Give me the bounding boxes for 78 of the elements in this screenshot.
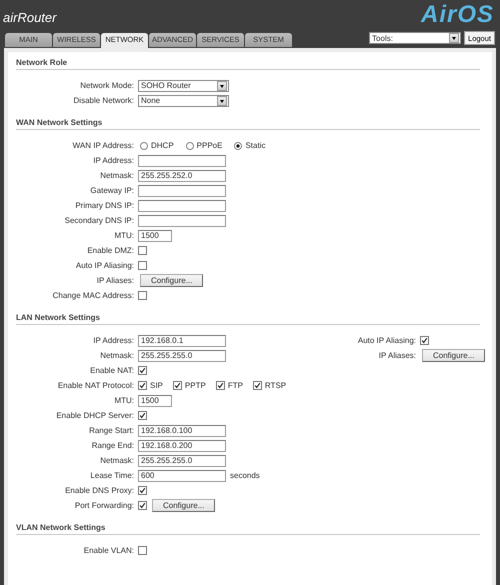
checkbox[interactable]: [172, 381, 182, 390]
option-label: PPPoE: [196, 141, 222, 150]
input-field[interactable]: 192.168.0.1: [138, 334, 226, 346]
checkbox[interactable]: [138, 366, 147, 375]
option-label: SIP: [150, 381, 163, 390]
field-label: Enable NAT:: [89, 366, 135, 375]
checkbox[interactable]: [138, 246, 147, 255]
input-field[interactable]: 1500: [138, 230, 172, 242]
option-label: Static: [245, 141, 266, 150]
checkbox[interactable]: [138, 261, 147, 270]
checkbox[interactable]: [138, 486, 147, 495]
radio-button[interactable]: [234, 142, 242, 150]
input-field[interactable]: 1500: [138, 394, 172, 406]
field-label: Secondary DNS IP:: [64, 216, 135, 225]
field-label: Netmask:: [99, 456, 135, 465]
checkbox[interactable]: [138, 381, 147, 390]
field-label: Range End:: [90, 441, 135, 450]
dropdown[interactable]: SOHO Router: [138, 80, 229, 92]
field-label: Disable Network:: [72, 96, 135, 105]
input-field[interactable]: 192.168.0.200: [138, 440, 226, 452]
field-label: MTU:: [113, 396, 135, 405]
brand-logo: AirOS: [420, 2, 494, 28]
field-label: WAN IP Address:: [72, 141, 135, 150]
field-label: Netmask:: [99, 171, 135, 180]
option-label: FTP: [228, 381, 243, 390]
field-label: Primary DNS IP:: [74, 201, 135, 210]
input-field[interactable]: 255.255.255.0: [138, 350, 226, 362]
checkbox[interactable]: [420, 336, 429, 345]
field-label: Lease Time:: [89, 471, 135, 480]
unit-label: seconds: [230, 471, 260, 480]
field-label: MTU:: [113, 231, 135, 240]
field-label: Enable VLAN:: [82, 546, 135, 555]
configure-button[interactable]: Configure...: [422, 349, 486, 362]
field-label: Port Forwarding:: [74, 501, 135, 510]
checkbox[interactable]: [252, 381, 262, 390]
checkbox[interactable]: [138, 411, 147, 420]
logo-text: airRouter: [3, 10, 56, 26]
section-heading: Network Role: [16, 52, 480, 70]
input-field[interactable]: [138, 214, 226, 226]
input-field[interactable]: 255.255.255.0: [138, 454, 226, 466]
dropdown[interactable]: None: [138, 94, 229, 106]
field-label: Enable DMZ:: [86, 246, 135, 255]
field-label: Enable NAT Protocol:: [56, 381, 135, 390]
option-label: DHCP: [151, 141, 174, 150]
option-label: PPTP: [184, 381, 206, 390]
caret-icon: [449, 33, 460, 43]
configure-button[interactable]: Configure...: [140, 274, 204, 287]
field-label: Netmask:: [99, 351, 135, 360]
section-heading: LAN Network Settings: [16, 307, 480, 325]
input-field[interactable]: 192.168.0.100: [138, 424, 226, 436]
field-label: Range Start:: [88, 426, 135, 435]
field-label: Enable DNS Proxy:: [64, 486, 135, 495]
field-label: IP Address:: [92, 336, 135, 345]
input-field[interactable]: [138, 184, 226, 196]
field-label: Change MAC Address:: [52, 291, 135, 300]
field-label: Auto IP Aliasing:: [74, 261, 135, 270]
field-label: IP Aliases:: [96, 276, 135, 285]
checkbox[interactable]: [138, 291, 147, 300]
configure-button[interactable]: Configure...: [152, 499, 216, 512]
checkbox[interactable]: [216, 381, 225, 390]
input-field[interactable]: [138, 154, 226, 166]
field-label: Network Mode:: [79, 81, 135, 90]
radio-button[interactable]: [186, 142, 194, 150]
field-label: Gateway IP:: [89, 186, 135, 195]
checkbox[interactable]: [138, 546, 147, 555]
field-label: Enable DHCP Server:: [55, 411, 135, 420]
option-label: RTSP: [264, 381, 286, 390]
checkbox[interactable]: [138, 501, 147, 510]
input-field[interactable]: [138, 200, 226, 212]
section-heading: VLAN Network Settings: [16, 517, 480, 535]
section-heading: WAN Network Settings: [16, 112, 480, 130]
field-label: IP Aliases:: [378, 351, 417, 360]
field-label: Auto IP Aliasing:: [356, 336, 417, 345]
radio-button[interactable]: [140, 142, 148, 150]
input-field[interactable]: 600: [138, 470, 226, 482]
input-field[interactable]: 255.255.252.0: [138, 170, 226, 182]
field-label: IP Address:: [92, 156, 135, 165]
tools-select[interactable]: Tools:: [369, 32, 462, 44]
